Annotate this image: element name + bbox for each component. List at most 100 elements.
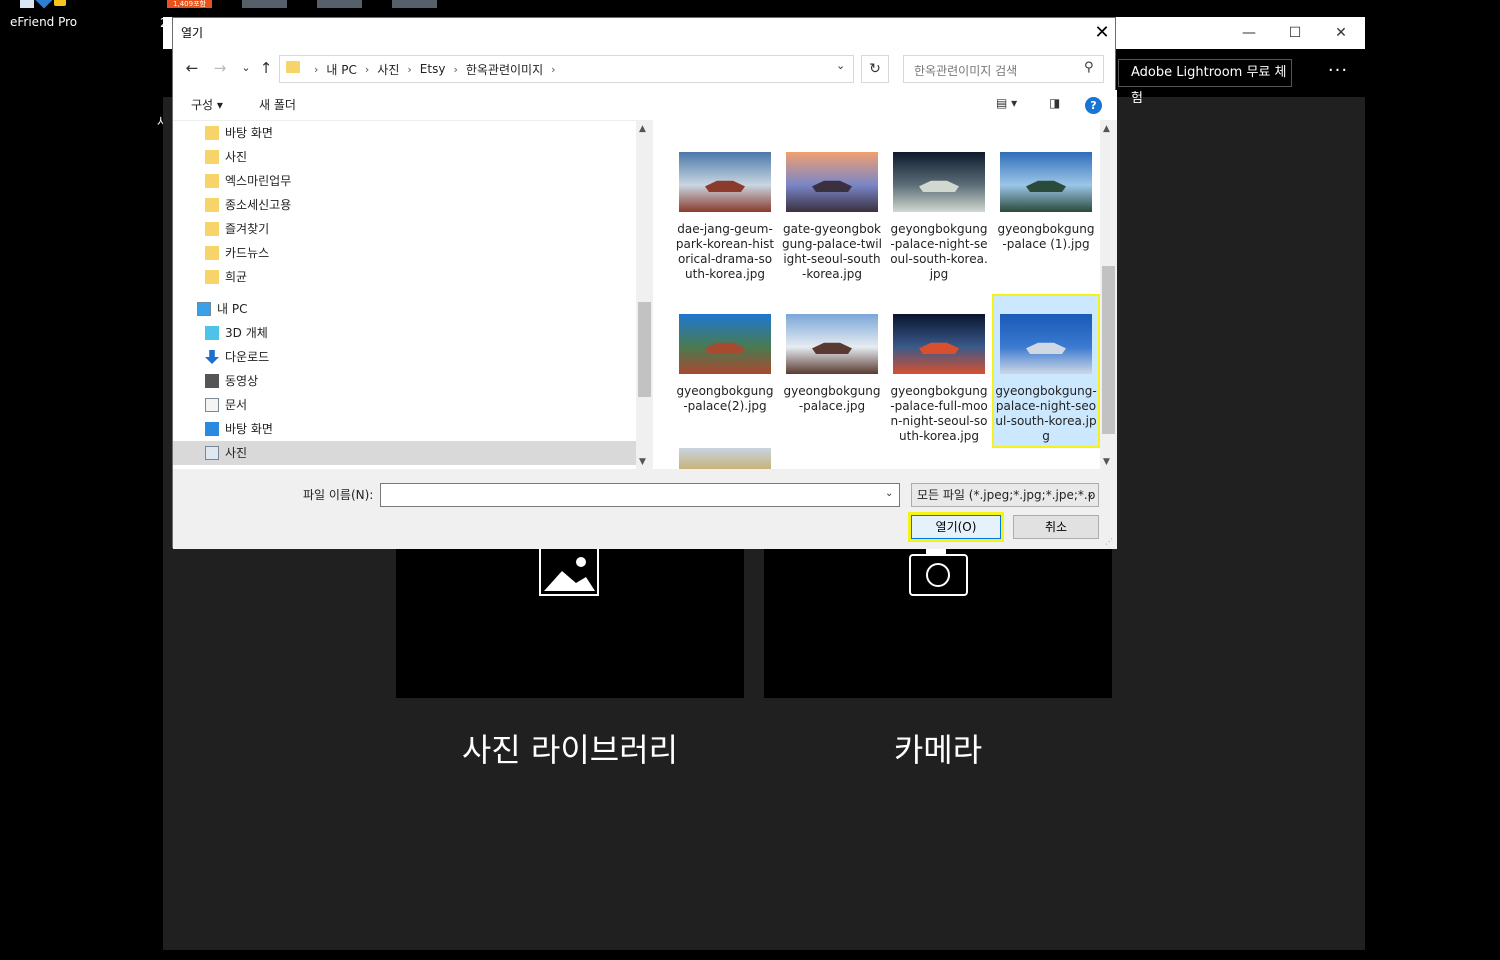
file-item[interactable]: gyeongbokgung-palace(2).jpg xyxy=(675,314,775,414)
file-name: gyeongbokgung-palace(2).jpg xyxy=(676,384,774,413)
folder-icon xyxy=(205,198,219,212)
camera-tile[interactable] xyxy=(764,527,1112,698)
nav-item-label: 카드뉴스 xyxy=(225,246,270,260)
dialog-title: 열기 xyxy=(181,26,204,40)
download-icon xyxy=(205,350,219,364)
taskbar-badge: 1,409포함 xyxy=(167,0,212,8)
open-button[interactable]: 열기(O) xyxy=(908,512,1004,542)
image-thumbnail xyxy=(1000,152,1092,212)
view-options-icon[interactable]: ▤ ▾ xyxy=(996,96,1017,110)
folder-icon xyxy=(205,222,219,236)
close-window-button[interactable]: ✕ xyxy=(1318,17,1364,49)
chevron-down-icon: ⌄ xyxy=(1086,489,1095,500)
command-bar: 구성 ▾ 새 폴더 ▤ ▾ ◨ ? xyxy=(173,90,1117,120)
pictures-icon xyxy=(205,446,219,460)
file-scrollbar-thumb[interactable] xyxy=(1102,266,1115,434)
nav-item[interactable]: 사진 xyxy=(173,441,636,465)
folder-icon xyxy=(205,270,219,284)
lightroom-trial-button[interactable]: Adobe Lightroom 무료 체험 xyxy=(1118,59,1292,106)
camera-label: 카메라 xyxy=(893,731,983,769)
new-folder-button[interactable]: 새 폴더 xyxy=(259,96,296,113)
file-item[interactable]: gate-gyeongbokgung-palace-twilight-seoul… xyxy=(782,152,882,282)
nav-item-label: 종소세신고용 xyxy=(225,198,292,212)
help-icon[interactable]: ? xyxy=(1085,97,1102,114)
breadcrumb-separator-icon[interactable]: › xyxy=(453,63,457,76)
recent-locations-button[interactable]: ⌄ xyxy=(235,58,257,78)
image-thumbnail xyxy=(893,314,985,374)
file-item[interactable]: gyeongbokgung-palace-full-moon-night-seo… xyxy=(889,314,989,444)
file-type-value: 모든 파일 (*.jpeg;*.jpg;*.jpe;*.p xyxy=(917,488,1096,502)
nav-item-label: 사진 xyxy=(225,446,248,460)
scroll-down-icon[interactable]: ▼ xyxy=(1103,457,1110,467)
more-options-button[interactable]: ··· xyxy=(1323,59,1353,87)
nav-item-label: 사진 xyxy=(225,150,248,164)
image-thumbnail xyxy=(679,448,771,469)
open-file-dialog: 열기 ✕ ← → ⌄ ↑ › 내 PC › 사진 › Etsy › 한옥관련이미지 › ⌄ ↻ … xyxy=(172,17,1117,549)
preview-pane-icon[interactable]: ◨ xyxy=(1049,96,1060,110)
folder-icon xyxy=(286,61,300,73)
image-thumbnail xyxy=(679,152,771,212)
nav-item-label: 바탕 화면 xyxy=(225,126,273,140)
search-input[interactable]: 한옥관련이미지 검색 ⚲ xyxy=(903,55,1104,83)
file-item[interactable]: gyeongbokgung-palace (1).jpg xyxy=(996,152,1096,252)
photo-library-tile[interactable] xyxy=(396,527,744,698)
chevron-down-icon[interactable]: ⌄ xyxy=(836,59,845,72)
folder-icon xyxy=(205,150,219,164)
nav-item-label: 문서 xyxy=(225,398,248,412)
back-button[interactable]: ← xyxy=(181,58,203,78)
up-folder-button[interactable]: ↑ xyxy=(255,58,277,78)
taskbar-thumbnail[interactable] xyxy=(317,0,362,8)
breadcrumb-separator-icon[interactable]: › xyxy=(551,63,555,76)
cancel-button[interactable]: 취소 xyxy=(1013,515,1099,539)
file-name-input[interactable]: ⌄ xyxy=(380,483,900,507)
desktop-shortcut-efriend[interactable]: eFriend Pro xyxy=(4,0,80,32)
nav-item-label: 엑스마린업무 xyxy=(225,174,292,188)
breadcrumb-item[interactable]: Etsy xyxy=(420,62,446,76)
nav-scrollbar[interactable]: ▲ ▼ xyxy=(636,120,653,469)
scroll-up-icon[interactable]: ▲ xyxy=(1103,124,1110,134)
open-button-label: 열기(O) xyxy=(911,515,1001,539)
nav-scrollbar-thumb[interactable] xyxy=(638,302,651,397)
photo-library-label: 사진 라이브러리 xyxy=(461,731,679,769)
file-item[interactable]: dae-jang-geum-park-korean-historical-dra… xyxy=(675,152,775,282)
document-icon xyxy=(205,398,219,412)
folder-icon xyxy=(205,174,219,188)
folder-icon xyxy=(205,246,219,260)
nav-item-label: 내 PC xyxy=(217,302,248,316)
file-item[interactable]: gyeongbokgung-palace-night-seoul-south-k… xyxy=(992,294,1100,448)
breadcrumb-separator-icon[interactable]: › xyxy=(407,63,411,76)
chevron-down-icon[interactable]: ⌄ xyxy=(885,488,893,499)
taskbar-thumbnail[interactable] xyxy=(392,0,437,8)
scroll-up-icon[interactable]: ▲ xyxy=(639,124,646,134)
navigation-pane: 바탕 화면 사진 엑스마린업무 종소세신고용 즐겨찾기 카드뉴스 희균 내 PC 3D 개체 다운… xyxy=(173,120,638,469)
file-name: gyeongbokgung-palace (1).jpg xyxy=(997,222,1095,251)
nav-item-label: 희균 xyxy=(225,270,248,284)
file-item[interactable]: gyeongbokgung-palace.jpg xyxy=(782,314,882,414)
resize-grip-icon[interactable]: ⋰ xyxy=(1105,537,1113,546)
desktop-icon xyxy=(205,422,219,436)
breadcrumb-item[interactable]: 내 PC xyxy=(326,61,356,78)
nav-item-label: 3D 개체 xyxy=(225,326,268,340)
folder-icon xyxy=(205,126,219,140)
address-bar[interactable]: › 내 PC › 사진 › Etsy › 한옥관련이미지 › ⌄ xyxy=(279,55,854,83)
file-item[interactable]: geyongbokgung-palace-night-seoul-south-k… xyxy=(889,152,989,282)
camera-icon xyxy=(909,549,968,596)
dialog-close-button[interactable]: ✕ xyxy=(1087,20,1117,46)
image-thumbnail xyxy=(786,152,878,212)
breadcrumb-separator-icon[interactable]: › xyxy=(365,63,369,76)
maximize-button[interactable]: ☐ xyxy=(1272,17,1318,49)
breadcrumb-item[interactable]: 한옥관련이미지 xyxy=(466,61,543,78)
file-scrollbar[interactable]: ▲ ▼ xyxy=(1100,120,1117,469)
file-name-label: 파일 이름(N): xyxy=(303,488,374,502)
file-type-select[interactable]: 모든 파일 (*.jpeg;*.jpg;*.jpe;*.p ⌄ xyxy=(911,483,1099,507)
minimize-button[interactable]: — xyxy=(1226,17,1272,49)
nav-item-label: 즐겨찾기 xyxy=(225,222,270,236)
organize-button[interactable]: 구성 ▾ xyxy=(191,96,223,113)
file-item[interactable] xyxy=(675,448,775,469)
breadcrumb-separator-icon[interactable]: › xyxy=(314,63,318,76)
breadcrumb-item[interactable]: 사진 xyxy=(377,61,399,78)
scroll-down-icon[interactable]: ▼ xyxy=(639,457,646,467)
forward-button[interactable]: → xyxy=(209,58,231,78)
refresh-button[interactable]: ↻ xyxy=(861,55,889,83)
taskbar-thumbnail[interactable] xyxy=(242,0,287,8)
